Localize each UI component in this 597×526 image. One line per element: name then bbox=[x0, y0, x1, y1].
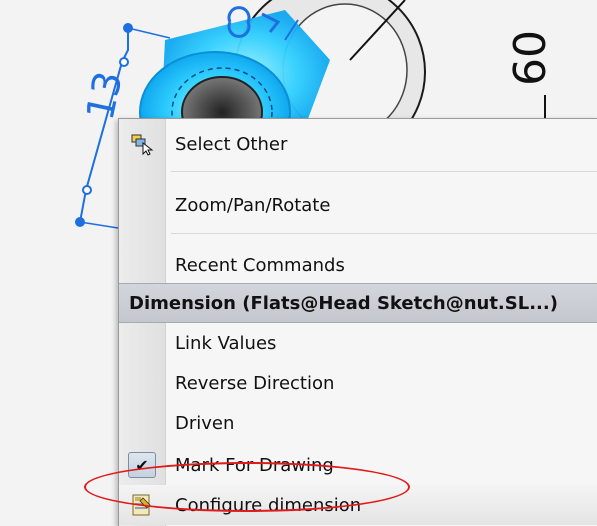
menu-section-header-dimension: Dimension (Flats@Head Sketch@nut.SL...) bbox=[119, 283, 597, 323]
menu-item-select-other[interactable]: Select Other bbox=[119, 124, 597, 164]
checkmark-icon: ✔ bbox=[128, 452, 156, 478]
select-other-icon bbox=[130, 132, 154, 156]
menu-item-recent-commands[interactable]: Recent Commands bbox=[119, 245, 597, 285]
dimension-value-60[interactable]: 60 bbox=[505, 30, 556, 86]
menu-item-mark-for-drawing[interactable]: ✔ Mark For Drawing bbox=[119, 445, 597, 485]
menu-item-configure-dimension[interactable]: Configure dimension bbox=[119, 485, 597, 525]
menu-item-driven[interactable]: Driven bbox=[119, 403, 597, 443]
menu-item-zoom-pan-rotate[interactable]: Zoom/Pan/Rotate bbox=[119, 185, 597, 225]
configure-dimension-icon bbox=[130, 493, 154, 517]
context-menu: Select Other Zoom/Pan/Rotate Recent Comm… bbox=[118, 118, 597, 526]
menu-item-link-values[interactable]: Link Values bbox=[119, 323, 597, 363]
menu-item-reverse-direction[interactable]: Reverse Direction bbox=[119, 363, 597, 403]
